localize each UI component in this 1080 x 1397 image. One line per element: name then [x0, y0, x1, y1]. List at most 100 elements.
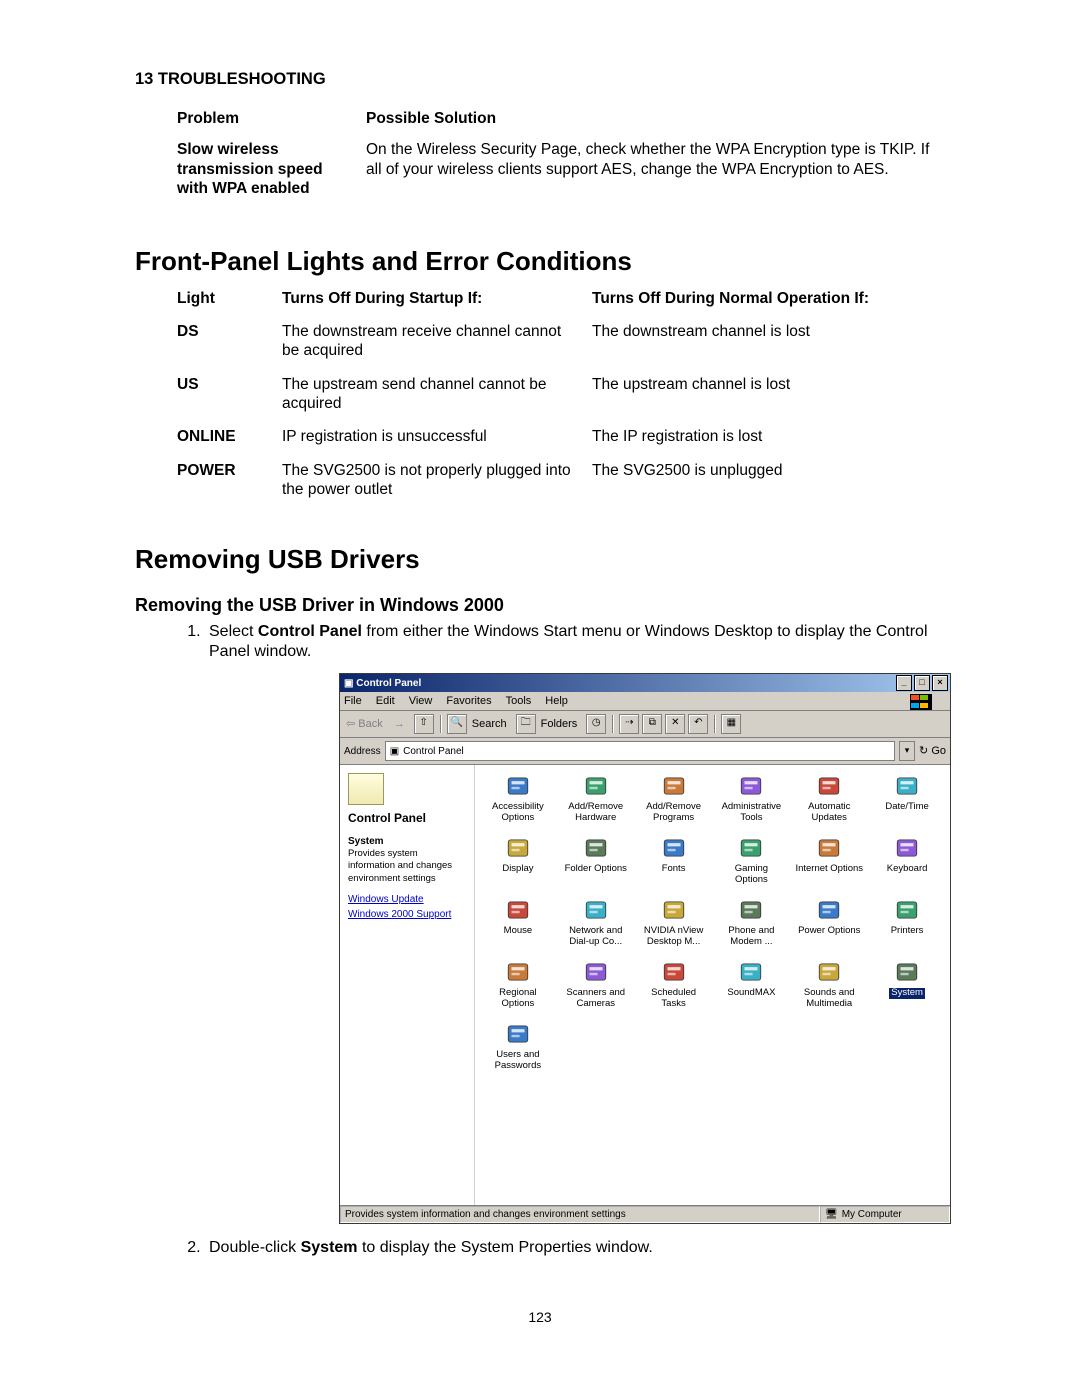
cp-item-label: Date/Time [885, 802, 928, 812]
my-computer-icon: 🖥 [825, 1208, 838, 1221]
cp-item-icon [505, 1021, 531, 1047]
cp-item-icon [661, 773, 687, 799]
cp-item-phone-and-modem[interactable]: Phone and Modem ... [713, 895, 791, 955]
control-panel-icon [348, 773, 384, 805]
th-normal: Turns Off During Normal Operation If: [592, 289, 912, 322]
cell-startup: The upstream send channel cannot be acqu… [282, 375, 592, 428]
cp-item-regional-options[interactable]: Regional Options [479, 957, 557, 1017]
link-windows-update[interactable]: Windows Update [348, 893, 466, 906]
cp-item-accessibility-options[interactable]: Accessibility Options [479, 771, 557, 831]
cp-item-icon [738, 959, 764, 985]
cp-item-power-options[interactable]: Power Options [790, 895, 868, 955]
maximize-button[interactable]: □ [914, 675, 930, 691]
cp-item-icon [505, 959, 531, 985]
menu-edit[interactable]: Edit [376, 695, 395, 707]
address-value: Control Panel [403, 745, 464, 758]
cp-item-icon [583, 835, 609, 861]
cp-item-system[interactable]: System [868, 957, 946, 1017]
cp-item-label: Printers [891, 926, 924, 936]
search-icon[interactable]: 🔍 [447, 714, 467, 734]
status-location-text: My Computer [842, 1208, 902, 1221]
cp-item-add-remove-hardware[interactable]: Add/Remove Hardware [557, 771, 635, 831]
cp-item-sounds-and-multimedia[interactable]: Sounds and Multimedia [790, 957, 868, 1017]
th-solution: Possible Solution [366, 109, 945, 140]
cp-item-label: Regional Options [484, 988, 552, 1009]
cp-item-users-and-passwords[interactable]: Users and Passwords [479, 1019, 557, 1079]
link-win2000-support[interactable]: Windows 2000 Support [348, 908, 466, 921]
cp-item-add-remove-programs[interactable]: Add/Remove Programs [635, 771, 713, 831]
address-dropdown[interactable]: ▾ [899, 741, 915, 761]
window-title: Control Panel [356, 677, 421, 690]
address-icon: ▣ [390, 745, 399, 758]
cp-item-display[interactable]: Display [479, 833, 557, 893]
cp-item-internet-options[interactable]: Internet Options [790, 833, 868, 893]
cp-item-label: Mouse [504, 926, 533, 936]
cp-item-label: Accessibility Options [484, 802, 552, 823]
go-button[interactable]: ↻ Go [919, 744, 946, 758]
search-label[interactable]: Search [472, 717, 507, 731]
minimize-button[interactable]: _ [896, 675, 912, 691]
problem-solution-table: Problem Possible Solution Slow wireless … [177, 109, 945, 211]
menu-file[interactable]: File [344, 695, 362, 707]
step-2: Double-click System to display the Syste… [205, 1238, 945, 1259]
cp-item-administrative-tools[interactable]: Administrative Tools [713, 771, 791, 831]
menu-favorites[interactable]: Favorites [446, 695, 491, 707]
td-solution: On the Wireless Security Page, check whe… [366, 140, 945, 210]
close-button[interactable]: × [932, 675, 948, 691]
cell-light: DS [177, 322, 282, 375]
forward-button[interactable]: → [394, 717, 405, 731]
control-panel-grid: Accessibility OptionsAdd/Remove Hardware… [475, 765, 950, 1205]
cp-item-keyboard[interactable]: Keyboard [868, 833, 946, 893]
views-icon[interactable]: ▦ [721, 714, 741, 734]
cp-item-nvidia-nview-desktop-m[interactable]: NVIDIA nView Desktop M... [635, 895, 713, 955]
cp-item-folder-options[interactable]: Folder Options [557, 833, 635, 893]
menu-tools[interactable]: Tools [506, 695, 532, 707]
back-button[interactable]: ⇦ Back [346, 717, 383, 731]
cp-item-icon [816, 959, 842, 985]
control-panel-window: ▣ Control Panel _ □ × File Edit View Favori… [339, 673, 951, 1224]
cell-startup: The SVG2500 is not properly plugged into… [282, 461, 592, 514]
cp-item-network-and-dial-up-co[interactable]: Network and Dial-up Co... [557, 895, 635, 955]
up-button[interactable]: ⇧ [414, 714, 434, 734]
cp-item-icon [738, 773, 764, 799]
cp-item-scheduled-tasks[interactable]: Scheduled Tasks [635, 957, 713, 1017]
menu-view[interactable]: View [409, 695, 433, 707]
toolbar: ⇦ Back → ⇧ 🔍 Search 🗀 Folders ◷ ⇢ ⧉ ✕ ↶ … [340, 711, 950, 738]
cell-normal: The downstream channel is lost [592, 322, 912, 375]
cp-item-gaming-options[interactable]: Gaming Options [713, 833, 791, 893]
undo-icon[interactable]: ↶ [688, 714, 708, 734]
cp-item-date-time[interactable]: Date/Time [868, 771, 946, 831]
folders-label[interactable]: Folders [541, 717, 578, 731]
status-location: 🖥 My Computer [820, 1206, 950, 1223]
cell-startup: IP registration is unsuccessful [282, 427, 592, 460]
cp-item-label: Network and Dial-up Co... [562, 926, 630, 947]
cp-item-printers[interactable]: Printers [868, 895, 946, 955]
cp-item-icon [661, 835, 687, 861]
cp-item-label: Phone and Modem ... [717, 926, 785, 947]
status-text: Provides system information and changes … [340, 1206, 820, 1223]
cp-item-soundmax[interactable]: SoundMAX [713, 957, 791, 1017]
cp-item-scanners-and-cameras[interactable]: Scanners and Cameras [557, 957, 635, 1017]
move-to-icon[interactable]: ⇢ [619, 714, 639, 734]
cp-item-automatic-updates[interactable]: Automatic Updates [790, 771, 868, 831]
cp-item-icon [583, 897, 609, 923]
cp-item-fonts[interactable]: Fonts [635, 833, 713, 893]
copy-to-icon[interactable]: ⧉ [642, 714, 662, 734]
cell-light: US [177, 375, 282, 428]
menu-help[interactable]: Help [545, 695, 568, 707]
side-panel: Control Panel System Provides system inf… [340, 765, 475, 1205]
history-icon[interactable]: ◷ [586, 714, 606, 734]
table-row: POWERThe SVG2500 is not properly plugged… [177, 461, 912, 514]
table-row: USThe upstream send channel cannot be ac… [177, 375, 912, 428]
cp-item-label: Add/Remove Programs [640, 802, 708, 823]
delete-icon[interactable]: ✕ [665, 714, 685, 734]
table-row: ONLINEIP registration is unsuccessfulThe… [177, 427, 912, 460]
cp-item-icon [583, 959, 609, 985]
cp-item-mouse[interactable]: Mouse [479, 895, 557, 955]
address-label: Address [344, 745, 381, 758]
cp-item-icon [894, 773, 920, 799]
folders-icon[interactable]: 🗀 [516, 714, 536, 734]
cp-item-icon [894, 835, 920, 861]
address-field[interactable]: ▣ Control Panel [385, 741, 895, 761]
section-lights-heading: Front-Panel Lights and Error Conditions [135, 246, 945, 277]
